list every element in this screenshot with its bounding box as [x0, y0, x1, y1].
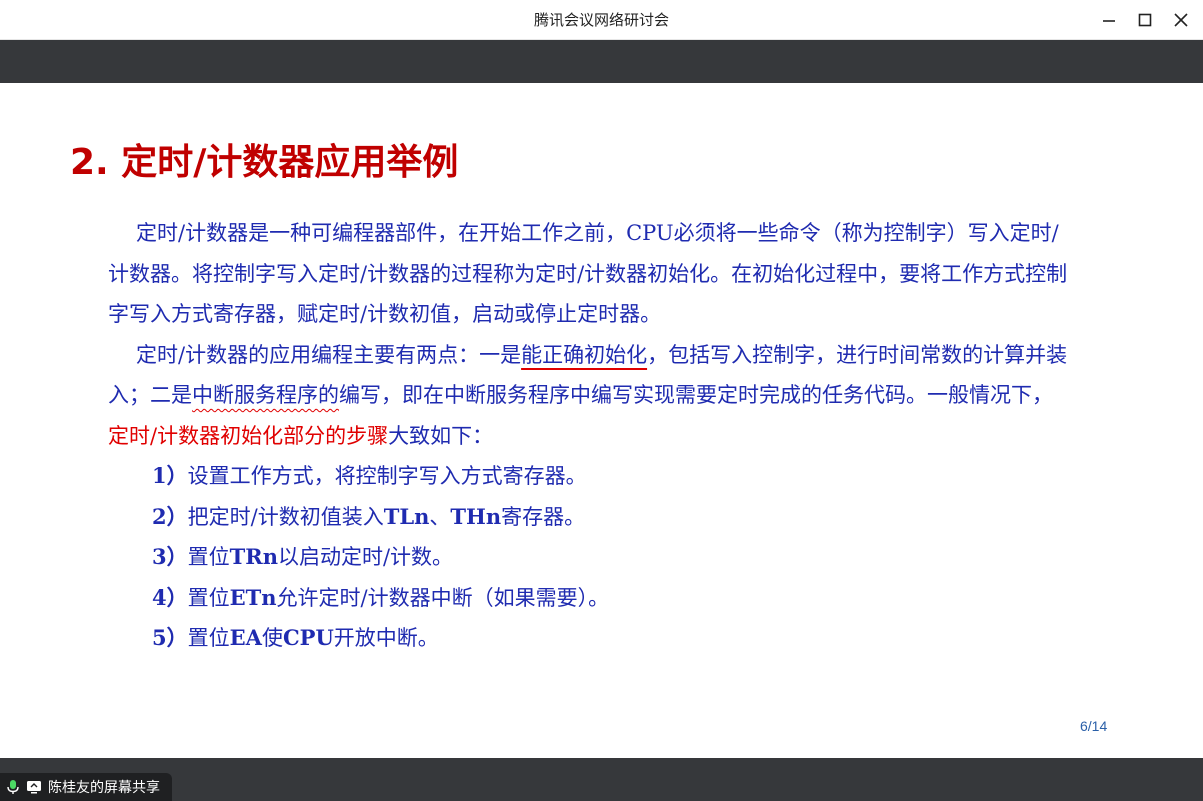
window-title: 腾讯会议网络研讨会 — [533, 11, 669, 29]
minimize-button[interactable] — [1097, 8, 1121, 32]
meeting-top-toolbar — [0, 40, 1203, 83]
maximize-icon — [1138, 13, 1152, 27]
minimize-icon — [1103, 20, 1115, 22]
annotation-underline-init: 能正确初始化 — [521, 342, 648, 367]
paragraph-2-post: 大致如下： — [388, 423, 494, 448]
screen-share-icon — [26, 780, 42, 794]
step-2: 2）把定时/计数初值装入TLn、THn寄存器。 — [152, 503, 586, 529]
step-3: 3）置位TRn以启动定时/计数。 — [152, 544, 454, 569]
close-button[interactable] — [1169, 8, 1193, 32]
paragraph-1: 定时/计数器是一种可编程器部件，在开始工作之前，CPU必须将一些命令（称为控制字… — [108, 221, 1068, 326]
paragraph-2-mid2: 编写，即在中断服务程序中编写实现需要定时完成的任务代码。一般情况下， — [339, 383, 1053, 407]
microphone-icon — [6, 779, 20, 795]
slide-title: 2. 定时/计数器应用举例 — [70, 142, 459, 183]
close-icon — [1174, 13, 1188, 27]
meeting-bottom-toolbar — [0, 758, 1203, 801]
step-5: 5）置位EA使CPU开放中断。 — [152, 625, 439, 650]
slide-body: 定时/计数器是一种可编程器部件，在开始工作之前，CPU必须将一些命令（称为控制字… — [108, 213, 1068, 659]
page-number: 6/14 — [1080, 718, 1108, 734]
paragraph-2: 定时/计数器的应用编程主要有两点：一是能正确初始化，包括写入控制字，进行时间常数… — [108, 335, 1068, 457]
window-titlebar: 腾讯会议网络研讨会 — [0, 0, 1203, 40]
annotation-underline-isr: 中断服务程序的 — [192, 383, 339, 407]
paragraph-2-pre: 定时/计数器的应用编程主要有两点：一是 — [136, 342, 522, 367]
maximize-button[interactable] — [1133, 8, 1157, 32]
step-4: 4）置位ETn允许定时/计数器中断（如果需要）。 — [152, 584, 610, 610]
shared-slide: 2. 定时/计数器应用举例 定时/计数器是一种可编程器部件，在开始工作之前，CP… — [0, 83, 1203, 758]
highlight-init-steps: 定时/计数器初始化部分的步骤 — [108, 423, 389, 448]
screen-share-label: 陈桂友的屏幕共享 — [48, 780, 160, 796]
step-1: 1）设置工作方式，将控制字写入方式寄存器。 — [152, 463, 587, 488]
screen-share-badge[interactable]: 陈桂友的屏幕共享 — [0, 773, 172, 801]
